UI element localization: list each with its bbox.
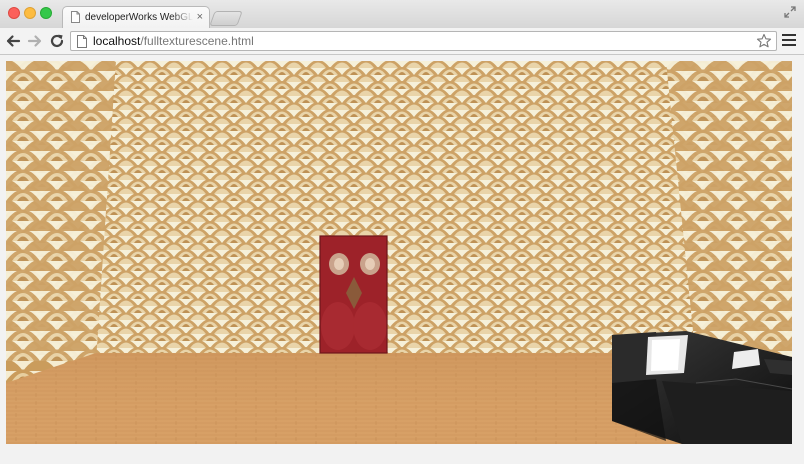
menu-bar-line xyxy=(782,44,796,46)
webgl-canvas[interactable] xyxy=(6,61,792,444)
forward-button[interactable] xyxy=(26,32,44,50)
address-url: localhost/fulltexturescene.html xyxy=(93,34,254,48)
tab-strip: developerWorks WebGL Th × xyxy=(0,0,804,28)
address-bar[interactable]: localhost/fulltexturescene.html xyxy=(70,31,777,51)
reload-icon xyxy=(50,34,64,48)
window-bottom-edge xyxy=(0,444,804,464)
reload-button[interactable] xyxy=(48,32,66,50)
page-icon xyxy=(71,11,80,23)
hamburger-menu-icon[interactable] xyxy=(782,34,796,48)
toolbar: localhost/fulltexturescene.html xyxy=(0,28,804,55)
red-door xyxy=(319,235,388,354)
new-tab-button[interactable] xyxy=(209,11,243,26)
arrow-left-icon xyxy=(6,35,21,47)
star-icon[interactable] xyxy=(756,33,772,49)
fullscreen-icon[interactable] xyxy=(784,6,796,18)
back-button[interactable] xyxy=(4,32,22,50)
browser-window: developerWorks WebGL Th × xyxy=(0,0,804,464)
window-minimize-button[interactable] xyxy=(24,7,36,19)
arrow-right-icon xyxy=(27,35,42,47)
window-maximize-button[interactable] xyxy=(40,7,52,19)
url-path: /fulltexturescene.html xyxy=(140,34,254,48)
tab-active[interactable]: developerWorks WebGL Th × xyxy=(62,6,210,28)
webgl-scene xyxy=(6,61,792,444)
tab-close-icon[interactable]: × xyxy=(197,11,203,23)
tab-title: developerWorks WebGL Th xyxy=(85,12,193,23)
wall-sheen xyxy=(6,61,792,361)
window-close-button[interactable] xyxy=(8,7,20,19)
menu-bar-line xyxy=(782,34,796,36)
menu-bar-line xyxy=(782,39,796,41)
page-icon xyxy=(77,35,87,48)
url-host: localhost xyxy=(93,34,141,48)
